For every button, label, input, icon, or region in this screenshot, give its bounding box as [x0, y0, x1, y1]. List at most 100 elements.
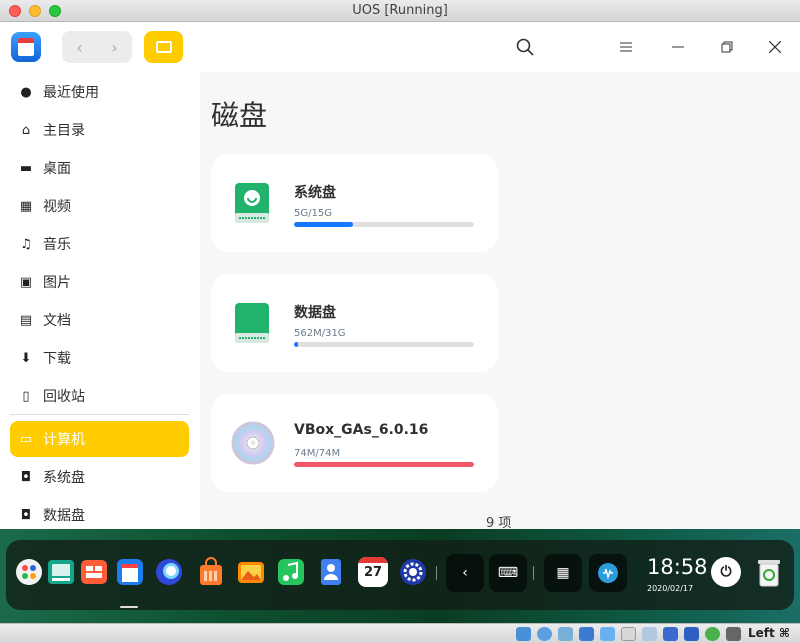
audio-status-icon[interactable] — [558, 627, 573, 641]
document-icon: ▤ — [19, 312, 33, 328]
calendar-day: 27 — [363, 565, 383, 580]
data-disk-icon — [235, 303, 269, 343]
sidebar-divider — [10, 414, 189, 415]
sidebar-item-label: 图片 — [43, 275, 71, 291]
sound-wave-icon[interactable] — [589, 554, 627, 592]
trash-bin-icon[interactable] — [756, 556, 782, 588]
sidebar-item-label: 回收站 — [43, 389, 85, 405]
sidebar-item-home[interactable]: ⌂ 主目录 — [10, 112, 189, 148]
disk-name: 数据盘 — [294, 305, 336, 321]
sidebar-item-label: 下载 — [43, 351, 71, 367]
disk-usage-fill — [294, 462, 474, 467]
optical-drive-status-icon[interactable] — [537, 627, 552, 641]
sidebar-item-documents[interactable]: ▤ 文档 — [10, 302, 189, 338]
power-icon[interactable]: ⏻ — [711, 557, 741, 587]
virtualbox-status-bar: Left ⌘ — [0, 623, 800, 643]
browser-icon[interactable] — [154, 557, 184, 587]
sidebar-item-downloads[interactable]: ⬇ 下载 — [10, 340, 189, 376]
monitor-icon[interactable] — [144, 31, 183, 63]
search-icon[interactable] — [514, 36, 536, 58]
dock: 27 ‹ ⌨ ▦ 18:58 2020/02/17 ⏻ — [6, 540, 794, 610]
clock-icon: ● — [20, 84, 32, 100]
keyboard-icon[interactable]: ⌨ — [489, 554, 527, 592]
window-title: UOS [Running] — [352, 3, 448, 18]
display-status-icon[interactable] — [642, 627, 657, 641]
disk-usage-bar — [294, 462, 474, 467]
disk-card[interactable]: 数据盘 562M/31G — [211, 274, 498, 372]
sidebar: ● 最近使用 ⌂ 主目录 ▬ 桌面 ▦ 视频 ♫ 音乐 ▣ 图片 ▤ 文档 ⬇ 下载 ▯ 回收站 … — [0, 72, 200, 529]
sidebar-item-data-disk[interactable]: ◘ 数据盘 — [10, 497, 189, 529]
file-manager-window: ‹ › ● 最近使用 ⌂ 主目录 ▬ 桌面 ▦ 视频 ♫ 音乐 ▣ 图片 ▤ 文… — [0, 22, 800, 529]
launcher-icon[interactable] — [14, 557, 44, 587]
mouse-integration-status-icon[interactable] — [705, 627, 720, 641]
clock-date: 2020/02/17 — [647, 584, 694, 593]
sidebar-item-desktop[interactable]: ▬ 桌面 — [10, 150, 189, 186]
disk-icon: ◘ — [20, 469, 32, 485]
disk-usage-bar — [294, 342, 474, 347]
calendar-icon[interactable]: 27 — [358, 557, 388, 587]
film-icon: ▦ — [19, 198, 33, 214]
minimize-icon[interactable] — [667, 36, 689, 58]
close-icon[interactable] — [764, 36, 786, 58]
sidebar-item-label: 主目录 — [43, 123, 85, 139]
shared-folders-status-icon[interactable] — [621, 627, 636, 641]
hard-disk-status-icon[interactable] — [516, 627, 531, 641]
disk-usage-bar — [294, 222, 474, 227]
toolbar: ‹ › — [0, 22, 800, 72]
recording-status-icon[interactable] — [663, 627, 678, 641]
sidebar-item-label: 音乐 — [43, 237, 71, 253]
desktop-icon: ▬ — [19, 160, 33, 176]
sidebar-item-label: 系统盘 — [43, 470, 85, 486]
optical-disc-icon — [231, 421, 275, 465]
clock-time: 18:58 — [647, 555, 708, 579]
trash-icon: ▯ — [22, 388, 30, 404]
disk-name: 系统盘 — [294, 185, 336, 201]
item-count: 9 项 — [486, 516, 512, 529]
sidebar-item-music[interactable]: ♫ 音乐 — [10, 226, 189, 262]
keyboard-status-icon[interactable] — [726, 627, 741, 641]
sidebar-item-label: 计算机 — [43, 432, 85, 448]
network-status-icon[interactable] — [579, 627, 594, 641]
computer-icon: ▭ — [19, 431, 33, 447]
vt-x-status-icon[interactable] — [684, 627, 699, 641]
download-icon: ⬇ — [20, 350, 32, 366]
host-key-label: Left ⌘ — [748, 626, 791, 640]
sidebar-item-trash[interactable]: ▯ 回收站 — [10, 378, 189, 414]
sidebar-item-recent[interactable]: ● 最近使用 — [10, 74, 189, 110]
usb-status-icon[interactable] — [600, 627, 615, 641]
settings-icon[interactable] — [398, 557, 428, 587]
sidebar-item-system-disk[interactable]: ◘ 系统盘 — [10, 459, 189, 495]
contacts-icon[interactable] — [316, 557, 346, 587]
sidebar-item-label: 数据盘 — [43, 508, 85, 524]
dock-separator — [533, 566, 534, 580]
file-manager-icon[interactable] — [115, 557, 145, 587]
music-note-icon: ♫ — [20, 236, 32, 252]
chevron-left-icon[interactable]: ‹ — [446, 554, 484, 592]
chevron-right-icon[interactable]: › — [97, 31, 132, 63]
disk-card[interactable]: 系统盘 5G/15G — [211, 154, 498, 252]
vm-window-titlebar: UOS [Running] — [0, 0, 800, 22]
app-store-icon[interactable] — [79, 557, 109, 587]
image-viewer-icon[interactable] — [236, 557, 266, 587]
system-disk-icon — [235, 183, 269, 223]
disk-name: VBox_GAs_6.0.16 — [294, 422, 429, 438]
disk-card[interactable]: VBox_GAs_6.0.16 74M/74M — [211, 394, 498, 492]
music-player-icon[interactable] — [276, 557, 306, 587]
sidebar-item-pictures[interactable]: ▣ 图片 — [10, 264, 189, 300]
shopping-bag-icon[interactable] — [196, 557, 226, 587]
navigation-buttons: ‹ › — [62, 31, 132, 63]
sidebar-item-label: 桌面 — [43, 161, 71, 177]
disk-size: 74M/74M — [294, 448, 341, 459]
onscreen-keyboard-icon[interactable]: ▦ — [544, 554, 582, 592]
maximize-icon[interactable] — [716, 36, 738, 58]
dock-separator — [436, 566, 437, 580]
multitasking-view-icon[interactable] — [46, 557, 76, 587]
chevron-left-icon[interactable]: ‹ — [62, 31, 97, 63]
home-icon: ⌂ — [21, 122, 31, 138]
hamburger-menu-icon[interactable] — [615, 36, 637, 58]
disk-size: 5G/15G — [294, 208, 332, 219]
disk-icon: ◘ — [20, 507, 32, 523]
image-icon: ▣ — [19, 274, 33, 290]
sidebar-item-videos[interactable]: ▦ 视频 — [10, 188, 189, 224]
sidebar-item-computer[interactable]: ▭ 计算机 — [10, 421, 189, 457]
